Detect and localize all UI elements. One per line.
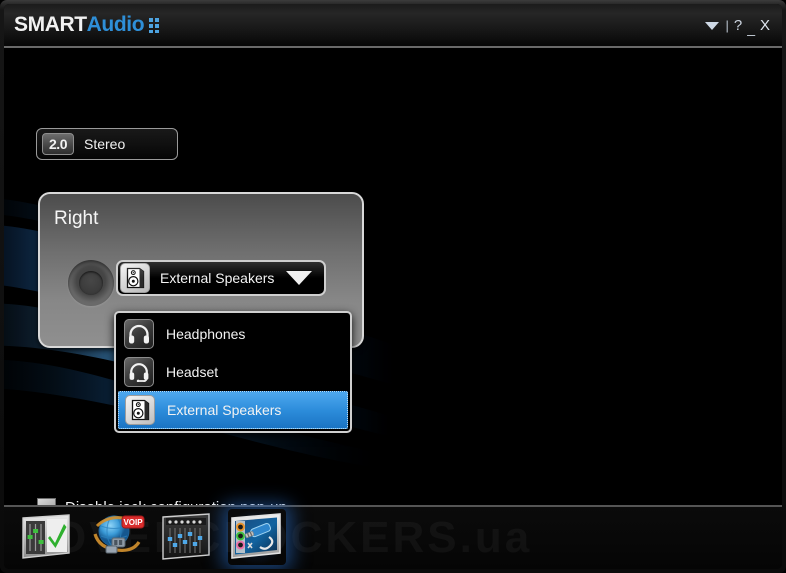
disable-popup-checkbox-row[interactable]: Disable jack configuration pop-up — [37, 498, 287, 505]
option-headphones[interactable]: Headphones — [118, 315, 348, 353]
minimize-button[interactable]: _ — [747, 21, 755, 35]
speaker-icon — [125, 395, 155, 425]
toolbar-buttons: VOIP — [18, 509, 286, 565]
equalizer-bars-icon — [149, 17, 162, 33]
separator-bar: | — [725, 18, 729, 33]
toolbar-button-voip[interactable]: VOIP — [88, 509, 146, 565]
title-bar: SMART Audio | ? _ X — [4, 4, 782, 48]
speaker-icon-glyph — [126, 267, 144, 289]
mixer-settings-icon — [22, 514, 70, 559]
option-headphones-label: Headphones — [166, 326, 246, 342]
app-title-primary: SMART — [14, 13, 87, 36]
headphones-icon-glyph — [129, 324, 149, 344]
app-logo: SMART Audio — [14, 13, 162, 37]
stereo-mode-badge[interactable]: 2.0 Stereo — [36, 128, 178, 160]
voip-globe-icon: VOIP — [93, 515, 145, 554]
channel-count-badge: 2.0 — [42, 133, 74, 155]
chevron-down-icon[interactable] — [705, 21, 720, 30]
main-content: 2.0 Stereo Right External Speakers Headp… — [4, 48, 782, 505]
device-type-selected-label: External Speakers — [160, 270, 275, 286]
close-button[interactable]: X — [760, 18, 770, 33]
option-external-speakers-label: External Speakers — [167, 402, 282, 418]
jack-configuration-icon — [231, 513, 281, 559]
headset-icon — [124, 357, 154, 387]
device-type-dropdown[interactable]: External Speakers — [116, 260, 326, 296]
headphones-icon — [124, 319, 154, 349]
window-controls: | ? _ X — [705, 18, 770, 35]
headset-icon-glyph — [129, 363, 149, 382]
disable-popup-checkbox[interactable] — [37, 498, 56, 505]
jack-panel-title: Right — [54, 208, 99, 229]
speaker-icon — [120, 263, 150, 293]
triangle-down-icon[interactable] — [286, 271, 312, 285]
help-button[interactable]: ? — [734, 18, 742, 33]
app-title-secondary: Audio — [86, 13, 145, 36]
svg-text:VOIP: VOIP — [123, 518, 143, 527]
option-headset-label: Headset — [166, 364, 219, 380]
window-frame: SMART Audio | ? _ X 2.0 Stereo Right Ext… — [0, 0, 786, 573]
bottom-toolbar: OVERCLOCKERS.ua — [4, 505, 782, 569]
toolbar-button-mixer[interactable] — [18, 509, 76, 565]
option-headset[interactable]: Headset — [118, 353, 348, 391]
window-frame-inner: SMART Audio | ? _ X 2.0 Stereo Right Ext… — [4, 4, 782, 569]
equalizer-icon — [162, 513, 210, 560]
audio-jack-socket-icon — [68, 260, 114, 306]
toolbar-button-equalizer[interactable] — [158, 509, 216, 565]
speaker-icon-glyph — [131, 399, 149, 421]
toolbar-button-jack-configuration[interactable] — [228, 509, 286, 565]
smart-audio-window: SMART Audio | ? _ X 2.0 Stereo Right Ext… — [0, 0, 786, 573]
option-external-speakers[interactable]: External Speakers — [118, 391, 348, 429]
stereo-mode-label: Stereo — [84, 136, 126, 152]
device-type-option-list: Headphones Headset External Speakers — [114, 311, 352, 433]
